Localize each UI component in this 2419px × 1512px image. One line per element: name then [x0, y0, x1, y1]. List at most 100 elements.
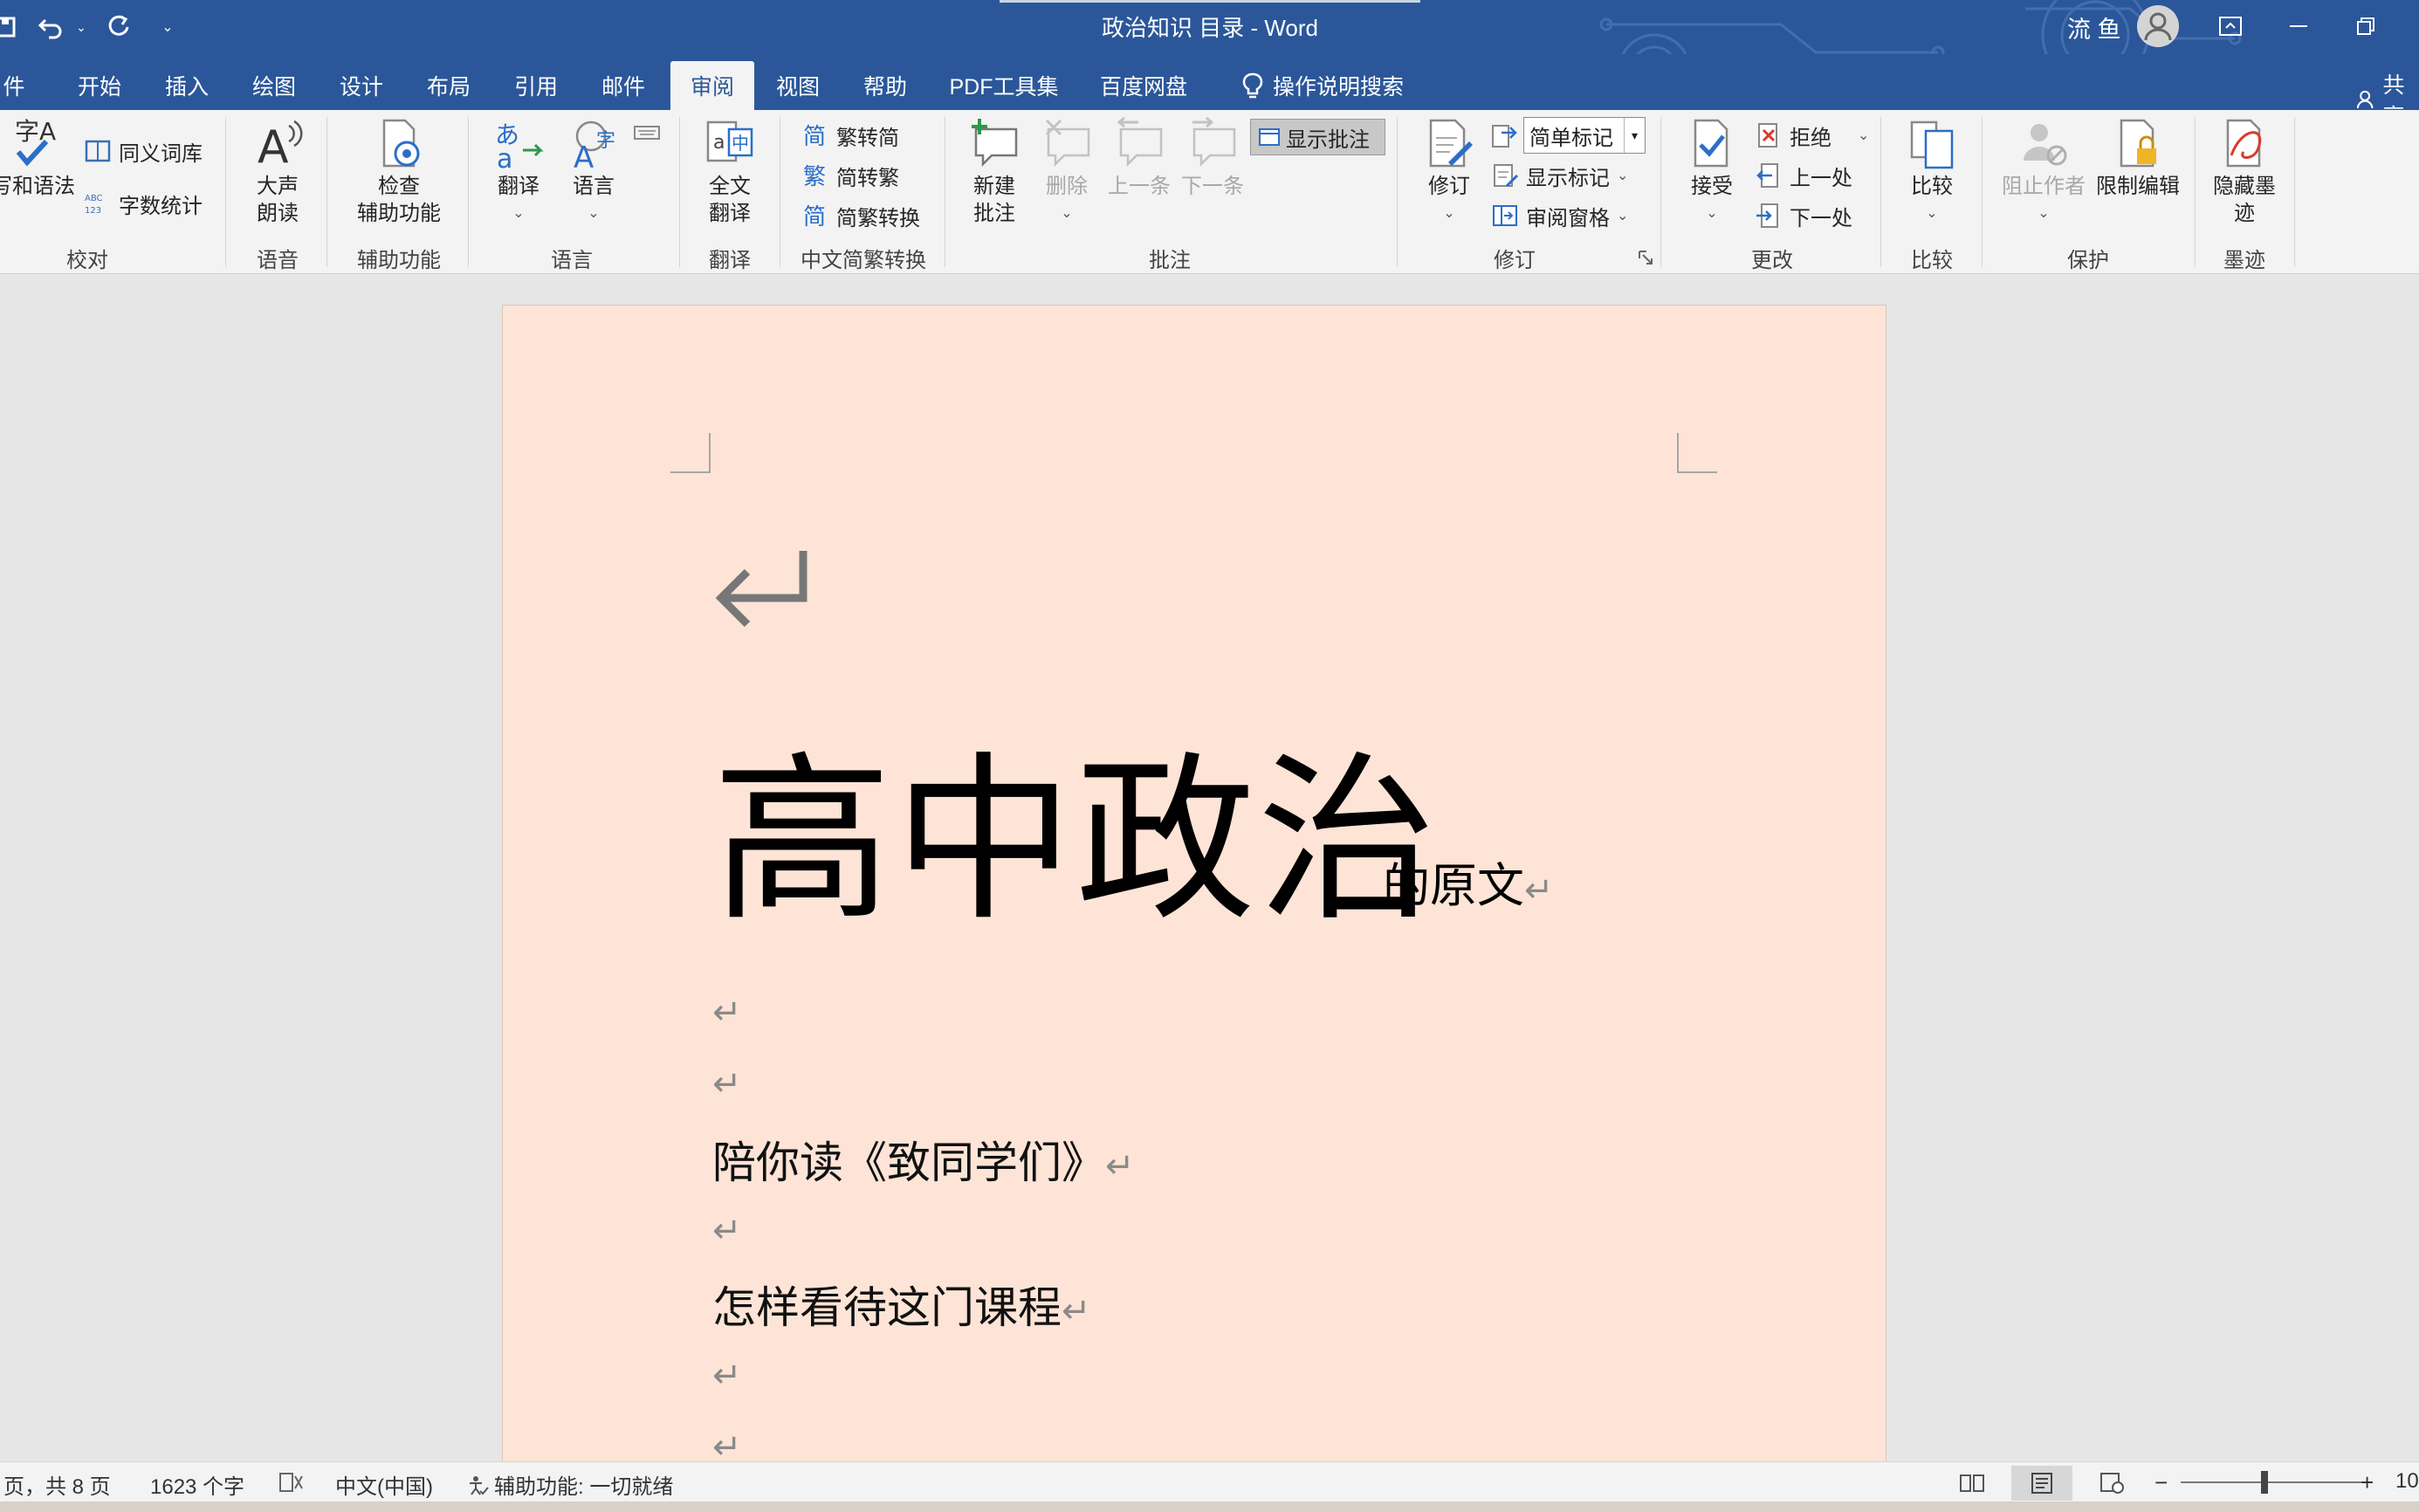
- bottom-strip: [0, 1502, 2419, 1512]
- show-markup-icon: [1494, 164, 1519, 188]
- next-change-button[interactable]: 下一处: [1755, 199, 1852, 232]
- block-authors-icon: [2024, 124, 2067, 166]
- word-count-button[interactable]: ABC 123 字数统计: [84, 187, 203, 220]
- block-authors-button[interactable]: 阻止作者 ⌄: [1996, 117, 2092, 227]
- traditional-to-simplified-button[interactable]: 简 繁转简: [801, 119, 899, 152]
- keyboard-icon[interactable]: [634, 124, 660, 141]
- language-button[interactable]: A字 语言 ⌄: [559, 117, 629, 227]
- chevron-down-icon: ⌄: [1926, 206, 1938, 221]
- next-comment-button[interactable]: 下一条: [1175, 117, 1250, 200]
- document-area[interactable]: 高中政治 的原文↵ ↵ ↵ 陪你读《致同学们》↵ ↵ 怎样看待这门课程↵ ↵ ↵: [0, 274, 2419, 1461]
- avatar[interactable]: [2137, 5, 2179, 47]
- svg-text:ABC: ABC: [85, 194, 103, 203]
- simplified-to-traditional-button[interactable]: 繁 简转繁: [801, 159, 899, 192]
- tab-layout[interactable]: 布局: [417, 61, 480, 110]
- minimize-icon[interactable]: [2272, 5, 2325, 47]
- customize-quick-access-icon[interactable]: ⌄: [157, 9, 178, 45]
- paragraph-mark-icon: ↵: [1062, 1292, 1091, 1330]
- delete-comment-button[interactable]: 删除 ⌄: [1032, 117, 1102, 227]
- tell-me-search[interactable]: 操作说明搜索: [1227, 61, 1419, 110]
- tab-draw[interactable]: 绘图: [243, 61, 306, 110]
- word-count[interactable]: 1623 个字: [150, 1469, 244, 1500]
- thesaurus-button[interactable]: 同义词库: [84, 134, 203, 168]
- compare-button[interactable]: 比较 ⌄: [1896, 117, 1968, 227]
- accessibility-status[interactable]: 辅助功能: 一切就绪: [466, 1469, 673, 1500]
- show-comments-label: 显示批注: [1286, 127, 1370, 152]
- redo-icon[interactable]: [101, 9, 136, 45]
- word-count-label: 字数统计: [119, 194, 203, 218]
- reviewing-pane-icon: [1493, 205, 1517, 226]
- spelling-grammar-button[interactable]: 字A 写和语法: [0, 117, 79, 200]
- tab-review[interactable]: 审阅: [670, 61, 754, 110]
- reviewing-pane-button[interactable]: 审阅窗格 ⌄: [1491, 199, 1628, 232]
- tab-insert[interactable]: 插入: [155, 61, 218, 110]
- zoom-level[interactable]: 10: [2395, 1469, 2419, 1494]
- new-comment-button[interactable]: 新建 批注: [957, 117, 1032, 227]
- tab-pdf-tools[interactable]: PDF工具集: [943, 61, 1065, 110]
- accept-button[interactable]: 接受 ⌄: [1676, 117, 1748, 227]
- previous-comment-button[interactable]: 上一条: [1102, 117, 1177, 200]
- document-title-large: 高中政治: [712, 736, 1440, 945]
- chinese-conversion-button[interactable]: 简 简繁转换: [801, 199, 920, 232]
- zoom-slider[interactable]: [2181, 1481, 2373, 1483]
- tracking-options-icon[interactable]: [1638, 250, 1653, 265]
- proofing-status-icon[interactable]: [278, 1471, 304, 1494]
- read-mode-button[interactable]: [1941, 1466, 2003, 1501]
- hide-ink-label: 隐藏墨 迹: [2213, 175, 2276, 225]
- show-comments-toggle[interactable]: 显示批注: [1250, 119, 1385, 155]
- document-line: 怎样看待这门课程↵: [712, 1273, 1091, 1336]
- ribbon-display-options-icon[interactable]: [2204, 5, 2257, 47]
- show-markup-button[interactable]: 显示标记 ⌄: [1491, 159, 1628, 192]
- tab-mailings[interactable]: 邮件: [592, 61, 655, 110]
- paragraph-mark-icon: ↵: [712, 1428, 742, 1461]
- tab-home[interactable]: 开始: [68, 61, 131, 110]
- tab-baidu-netdisk[interactable]: 百度网盘: [1091, 61, 1196, 110]
- document-language[interactable]: 中文(中国): [335, 1469, 433, 1500]
- tab-file[interactable]: 件: [0, 61, 31, 110]
- tab-design[interactable]: 设计: [330, 61, 393, 110]
- next-change-icon: [1756, 203, 1778, 228]
- track-changes-button[interactable]: 修订 ⌄: [1414, 117, 1484, 227]
- zoom-out-button[interactable]: −: [2154, 1469, 2168, 1496]
- title-accent: [1000, 0, 1420, 3]
- restrict-editing-button[interactable]: 限制编辑: [2090, 117, 2186, 200]
- restore-icon[interactable]: [2340, 5, 2392, 47]
- separator: [1982, 117, 1983, 267]
- block-authors-label: 阻止作者: [2002, 175, 2086, 198]
- read-aloud-button[interactable]: A 大声 朗读: [243, 117, 313, 227]
- tab-references[interactable]: 引用: [505, 61, 567, 110]
- previous-change-button[interactable]: 上一处: [1755, 159, 1852, 192]
- full-text-translate-button[interactable]: a中 全文 翻译: [695, 117, 765, 227]
- document-page[interactable]: 高中政治 的原文↵ ↵ ↵ 陪你读《致同学们》↵ ↵ 怎样看待这门课程↵ ↵ ↵: [502, 305, 1886, 1461]
- print-layout-button[interactable]: [2011, 1466, 2072, 1501]
- ribbon-tabs: 件 开始 插入 绘图 设计 布局 引用 邮件 审阅 视图 帮助 PDF工具集 百…: [0, 54, 2419, 129]
- paragraph-mark-icon: ↵: [712, 1357, 742, 1395]
- separator: [225, 117, 226, 267]
- accept-label: 接受: [1691, 175, 1733, 198]
- reject-button[interactable]: 拒绝 ⌄: [1755, 119, 1869, 152]
- page-count[interactable]: 页，共 8 页: [3, 1469, 111, 1500]
- separator: [1880, 117, 1881, 267]
- tab-view[interactable]: 视图: [766, 61, 829, 110]
- user-name[interactable]: 流 鱼: [2067, 10, 2121, 45]
- tell-me-label: 操作说明搜索: [1272, 75, 1404, 100]
- translate-button[interactable]: あa 翻译 ⌄: [485, 117, 552, 227]
- compare-label: 比较: [1911, 175, 1953, 198]
- chevron-down-icon[interactable]: ▾: [1624, 118, 1645, 153]
- undo-icon[interactable]: [33, 9, 68, 45]
- web-layout-button[interactable]: [2081, 1466, 2142, 1501]
- reject-label: 拒绝: [1790, 126, 1831, 150]
- save-icon[interactable]: [0, 9, 19, 45]
- chinese-conversion-icon: 简: [803, 204, 826, 230]
- zoom-slider-thumb[interactable]: [2261, 1471, 2268, 1494]
- undo-dropdown-icon[interactable]: ⌄: [72, 9, 91, 45]
- tab-help[interactable]: 帮助: [854, 61, 917, 110]
- chevron-down-icon: ⌄: [1443, 206, 1455, 221]
- check-accessibility-button[interactable]: 检查 辅助功能: [342, 117, 456, 227]
- show-comments-icon: [1259, 128, 1280, 146]
- hide-ink-button[interactable]: 隐藏墨 迹: [2205, 117, 2284, 227]
- full-text-translate-label: 全文 翻译: [709, 175, 751, 225]
- zoom-in-button[interactable]: +: [2361, 1469, 2374, 1496]
- markup-display-select[interactable]: 简单标记 ▾: [1523, 117, 1646, 154]
- separator: [2195, 117, 2196, 267]
